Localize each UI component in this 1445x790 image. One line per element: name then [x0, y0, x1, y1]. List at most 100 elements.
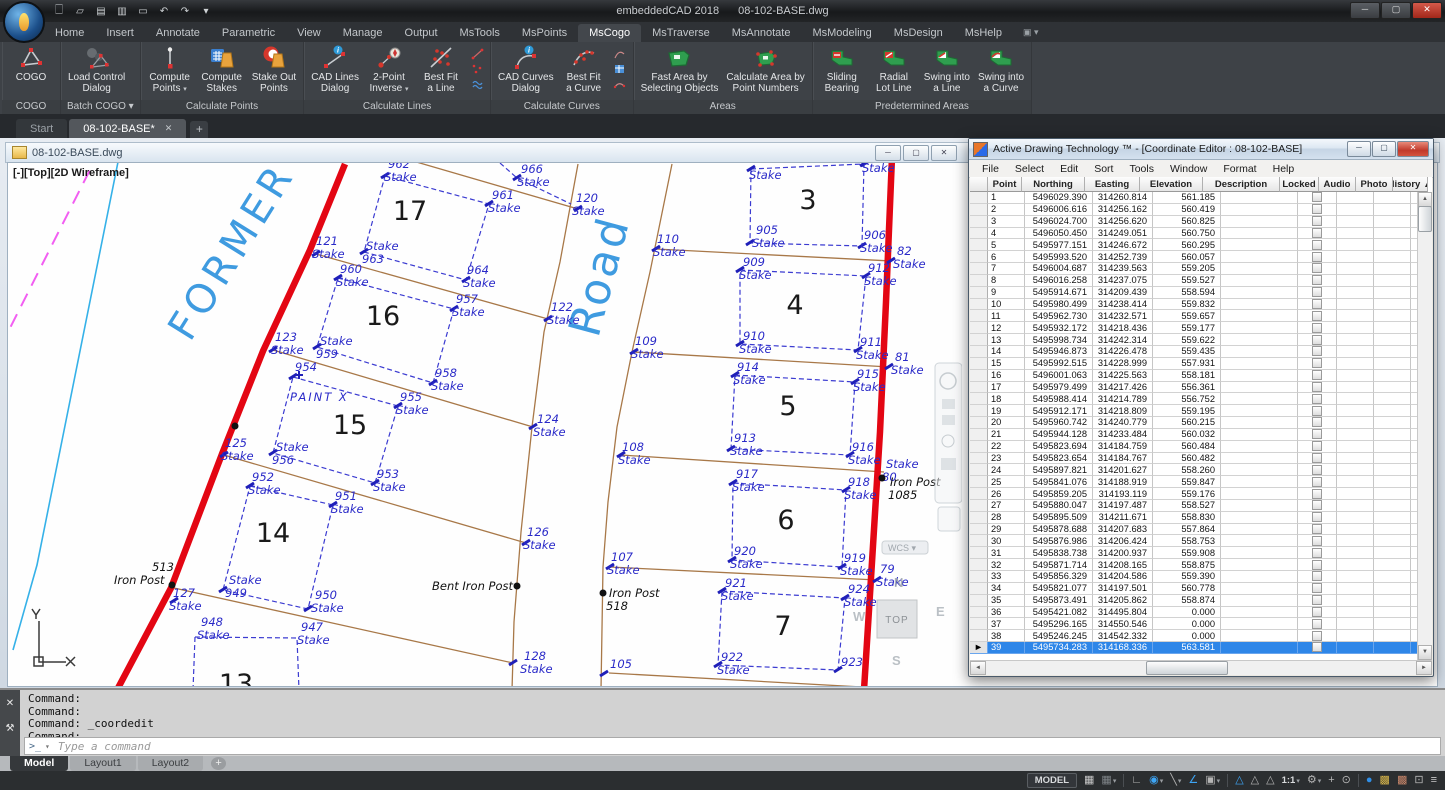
tray-warning-icon[interactable]: ▩	[1380, 772, 1390, 789]
undo-icon[interactable]: ↶	[156, 4, 172, 18]
editor-minimize-button[interactable]: ─	[1347, 141, 1371, 157]
line-mini-icon[interactable]	[470, 47, 484, 60]
scale-ratio-label[interactable]: 1:1▾	[1282, 772, 1300, 790]
table-row[interactable]: 195495912.171314218.809559.195	[970, 405, 1418, 417]
button-best-fit-a-curve[interactable]: Best Fita Curve	[559, 44, 609, 95]
doc-tab-current[interactable]: 08-102-BASE*✕	[69, 119, 186, 138]
navigation-bar[interactable]	[935, 363, 962, 531]
menu-select[interactable]: Select	[1008, 162, 1051, 176]
menu-format[interactable]: Format	[1216, 162, 1263, 176]
locked-checkbox[interactable]	[1312, 571, 1322, 581]
table-row[interactable]: 225495823.694314184.759560.484	[970, 441, 1418, 453]
new-doc-tab-button[interactable]: +	[190, 121, 208, 138]
table-rows[interactable]: 15496029.390314260.814561.18525496006.61…	[970, 192, 1418, 660]
approx-wave-icon[interactable]	[470, 77, 484, 90]
table-row[interactable]: 325495871.714314208.165558.875	[970, 559, 1418, 571]
locked-checkbox[interactable]	[1312, 631, 1322, 641]
table-row[interactable]: 315495838.738314200.937559.908	[970, 547, 1418, 559]
table-mini-icon[interactable]	[613, 62, 627, 75]
locked-checkbox[interactable]	[1312, 417, 1322, 427]
hscroll-thumb[interactable]	[1146, 661, 1228, 675]
button-cad-curves-dialog[interactable]: iCAD CurvesDialog	[495, 44, 557, 95]
tab-model[interactable]: Model	[10, 756, 68, 771]
table-row[interactable]: 155495992.515314228.999557.931	[970, 358, 1418, 370]
column-header-elevation[interactable]: Elevation	[1140, 177, 1203, 192]
column-header-audio[interactable]: Audio	[1319, 177, 1356, 192]
vscroll-thumb[interactable]	[1418, 206, 1432, 232]
locked-checkbox[interactable]	[1312, 548, 1322, 558]
table-row[interactable]: 265495859.205314193.119559.176	[970, 488, 1418, 500]
table-row[interactable]: 335495856.329314204.586559.390	[970, 571, 1418, 583]
locked-checkbox[interactable]	[1312, 228, 1322, 238]
button-best-fit-a-line[interactable]: Best Fita Line	[416, 44, 466, 95]
drawing-close-button[interactable]: ✕	[931, 145, 957, 161]
table-row[interactable]: 105495980.499314238.414559.832	[970, 299, 1418, 311]
snap-tracking-icon[interactable]: ∠	[1188, 772, 1198, 789]
locked-checkbox[interactable]	[1312, 216, 1322, 226]
saveas-file-icon[interactable]: ▥	[114, 4, 130, 18]
open-file-icon[interactable]: ▱	[72, 4, 88, 18]
locked-checkbox[interactable]	[1312, 335, 1322, 345]
table-row[interactable]: 85496016.258314237.075559.527	[970, 275, 1418, 287]
locked-checkbox[interactable]	[1312, 453, 1322, 463]
clean-screen-icon[interactable]: ⊡	[1414, 772, 1423, 789]
tools-wrench-icon[interactable]: ⚒	[6, 723, 15, 734]
button-stake-out-points[interactable]: Stake OutPoints	[249, 44, 299, 95]
new-layout-button[interactable]: +	[211, 757, 226, 770]
table-row[interactable]: 95495914.671314209.439558.594	[970, 287, 1418, 299]
table-row[interactable]: 255495841.076314188.919559.847	[970, 476, 1418, 488]
button-swing-into-a-line[interactable]: Swing intoa Line	[921, 44, 973, 95]
column-header-description[interactable]: Description	[1203, 177, 1280, 192]
redo-icon[interactable]: ↷	[177, 4, 193, 18]
table-row[interactable]: 275495880.047314197.487558.527	[970, 500, 1418, 512]
column-header-easting[interactable]: Easting	[1085, 177, 1140, 192]
locked-checkbox[interactable]	[1312, 240, 1322, 250]
column-header-point[interactable]: Point	[988, 177, 1022, 192]
locked-checkbox[interactable]	[1312, 406, 1322, 416]
table-row[interactable]: 215495944.128314233.484560.032	[970, 429, 1418, 441]
command-dropdown-icon[interactable]: ▾	[45, 742, 50, 751]
table-row[interactable]: 355495873.491314205.862558.874	[970, 595, 1418, 607]
scroll-left-icon[interactable]: ◄	[970, 661, 986, 675]
coordinate-editor-titlebar[interactable]: Active Drawing Technology ™ - [Coordinat…	[969, 139, 1433, 160]
locked-checkbox[interactable]	[1312, 477, 1322, 487]
ribbon-tab-parametric[interactable]: Parametric	[211, 24, 286, 42]
table-row[interactable]: 185495988.414314214.789556.752	[970, 393, 1418, 405]
button-2-point-inverse[interactable]: 2-PointInverse ▾	[364, 44, 414, 96]
curve-mini-icon[interactable]	[613, 77, 627, 90]
locked-checkbox[interactable]	[1312, 595, 1322, 605]
button-fast-area-by-selecting-objects[interactable]: Fast Area bySelecting Objects	[638, 44, 722, 95]
table-row[interactable]: 365495421.082314495.8040.000	[970, 607, 1418, 619]
doc-tab-close-icon[interactable]: ✕	[165, 123, 173, 134]
locked-checkbox[interactable]	[1312, 323, 1322, 333]
column-header-northing[interactable]: Northing	[1022, 177, 1085, 192]
drawing-restore-button[interactable]: ▢	[903, 145, 929, 161]
table-row[interactable]: 125495932.172314218.436559.177	[970, 322, 1418, 334]
graphics-performance-icon[interactable]: ●	[1366, 772, 1373, 789]
locked-checkbox[interactable]	[1312, 500, 1322, 510]
ribbon-tab-manage[interactable]: Manage	[332, 24, 394, 42]
polar-tracking-icon[interactable]: ◉▾	[1149, 772, 1163, 790]
locked-checkbox[interactable]	[1312, 287, 1322, 297]
table-row[interactable]: 165496001.063314225.563558.181	[970, 370, 1418, 382]
annotation-autoscale-icon[interactable]: △	[1251, 772, 1259, 789]
locked-checkbox[interactable]	[1312, 489, 1322, 499]
maximize-button[interactable]: ▢	[1381, 2, 1411, 19]
close-command-icon[interactable]: ✕	[6, 698, 14, 709]
column-header-locked[interactable]: Locked	[1280, 177, 1319, 192]
new-file-icon[interactable]: 🗌	[51, 4, 67, 18]
table-row[interactable]: 375495296.165314550.5460.000	[970, 618, 1418, 630]
ribbon-display-toggle[interactable]: ▣ ▾	[1023, 27, 1039, 42]
ribbon-tab-home[interactable]: Home	[44, 24, 95, 42]
quick-access-toolbar[interactable]: ◆🗌▱▤▥▭↶↷▾	[30, 0, 214, 22]
editor-maximize-button[interactable]: ▢	[1372, 141, 1396, 157]
locked-checkbox[interactable]	[1312, 346, 1322, 356]
table-row[interactable]: 385495246.245314542.3320.000	[970, 630, 1418, 642]
table-row[interactable]: 245495897.821314201.627558.260	[970, 464, 1418, 476]
ribbon-tab-mscogo[interactable]: MsCogo	[578, 24, 641, 42]
points-mini-icon[interactable]	[470, 62, 484, 75]
drawing-minimize-button[interactable]: ─	[875, 145, 901, 161]
locked-checkbox[interactable]	[1312, 512, 1322, 522]
menu-tools[interactable]: Tools	[1122, 162, 1161, 176]
table-row[interactable]: 25496006.616314256.162560.419	[970, 204, 1418, 216]
